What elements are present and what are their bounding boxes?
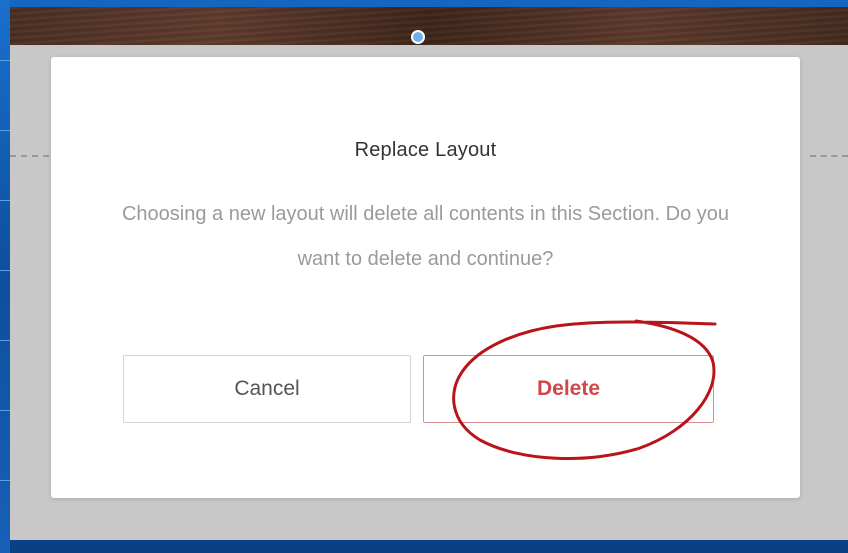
wood-header-image [10, 7, 848, 45]
connector-dot-icon[interactable] [411, 30, 425, 44]
desktop-left-edge [0, 0, 10, 553]
section-divider-right [810, 155, 848, 157]
dialog-title: Replace Layout [354, 139, 497, 161]
replace-layout-dialog: Replace Layout Choosing a new layout wil… [51, 57, 800, 498]
delete-button[interactable]: Delete [423, 355, 714, 423]
dialog-message: Choosing a new layout will delete all co… [121, 203, 729, 270]
cancel-button[interactable]: Cancel [123, 355, 411, 423]
